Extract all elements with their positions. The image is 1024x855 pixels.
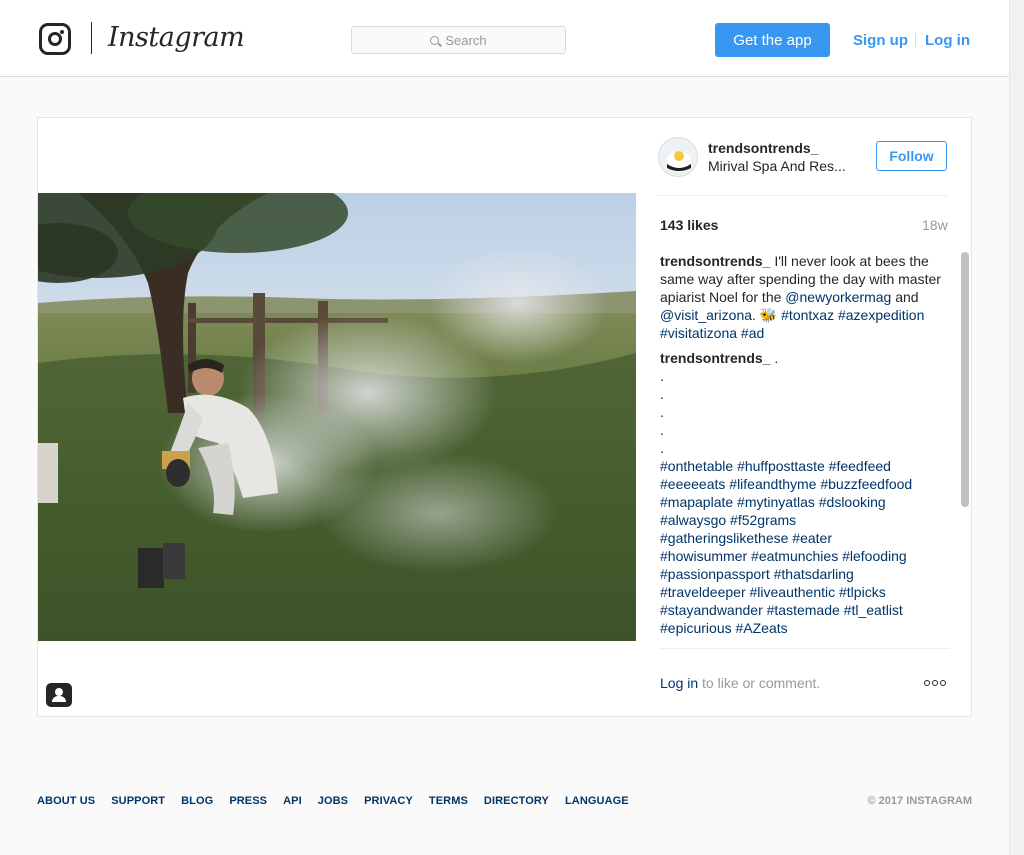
caption: trendsontrends_ I'll never look at bees … xyxy=(660,253,941,341)
comments-scroll-thumb[interactable] xyxy=(961,252,969,507)
log-in-link[interactable]: Log in xyxy=(925,32,970,49)
search-icon xyxy=(430,35,440,45)
bee-emoji: 🐝 xyxy=(759,307,778,323)
hashtag-line[interactable]: #onthetable #huffposttaste #feedfeed xyxy=(660,457,960,475)
footer-link-blog[interactable]: BLOG xyxy=(181,795,213,807)
login-prompt-link[interactable]: Log in xyxy=(660,675,698,691)
hashtag-line[interactable]: #gatheringslikethese #eater xyxy=(660,529,960,547)
avatar[interactable] xyxy=(658,137,698,177)
footer-link-press[interactable]: PRESS xyxy=(229,795,267,807)
avatar-image xyxy=(659,138,697,176)
hashtag-line[interactable]: #eeeeeats #lifeandthyme #buzzfeedfood xyxy=(660,475,960,493)
hashtag-line[interactable]: #passionpassport #thatsdarling xyxy=(660,565,960,583)
login-prompt-text: to like or comment. xyxy=(702,675,821,691)
footer-link-about[interactable]: ABOUT US xyxy=(37,795,95,807)
comments-scrollbar[interactable] xyxy=(960,252,969,646)
login-prompt: Log in to like or comment. xyxy=(660,675,820,691)
comments-divider xyxy=(660,648,950,649)
comment-dot: . xyxy=(660,386,664,402)
search-input[interactable]: Search xyxy=(351,26,566,54)
comment-username[interactable]: trendsontrends_ xyxy=(660,350,770,366)
follow-button[interactable]: Follow xyxy=(876,141,947,171)
search-placeholder: Search xyxy=(445,32,487,48)
footer-nav: ABOUT US SUPPORT BLOG PRESS API JOBS PRI… xyxy=(37,795,645,807)
more-options-icon[interactable] xyxy=(924,680,946,686)
post-card: trendsontrends_ Mirival Spa And Res... F… xyxy=(37,117,972,717)
post-age[interactable]: 18w xyxy=(922,217,948,233)
comments-list[interactable]: trendsontrends_ I'll never look at bees … xyxy=(660,252,960,647)
comment-dot: . xyxy=(660,404,664,420)
post-username[interactable]: trendsontrends_ xyxy=(708,140,818,156)
comment-first: . xyxy=(774,350,779,366)
hashtag-line[interactable]: #stayandwander #tastemade #tl_eatlist xyxy=(660,601,960,619)
comment-dot: . xyxy=(660,368,664,384)
top-nav: Instagram Search Get the app Sign up Log… xyxy=(0,0,1009,77)
footer-link-language[interactable]: LANGUAGE xyxy=(565,795,629,807)
tagged-users-icon[interactable] xyxy=(46,683,72,707)
footer-link-support[interactable]: SUPPORT xyxy=(111,795,165,807)
mention-visit-arizona[interactable]: @visit_arizona xyxy=(660,307,752,323)
instagram-camera-icon[interactable] xyxy=(39,23,71,55)
mention-newyorkermag[interactable]: @newyorkermag xyxy=(785,289,891,305)
copyright: © 2017 INSTAGRAM xyxy=(867,795,972,807)
get-the-app-button[interactable]: Get the app xyxy=(715,23,830,57)
auth-divider xyxy=(915,33,916,47)
footer-link-jobs[interactable]: JOBS xyxy=(318,795,348,807)
comment-dot: . xyxy=(660,440,664,456)
hashtag-line[interactable]: #alwaysgo #f52grams xyxy=(660,511,960,529)
page-scrollbar[interactable] xyxy=(1009,0,1024,855)
footer-link-privacy[interactable]: PRIVACY xyxy=(364,795,413,807)
hashtag-line[interactable]: #howisummer #eatmunchies #lefooding xyxy=(660,547,960,565)
post-photo[interactable] xyxy=(38,193,636,641)
sign-up-link[interactable]: Sign up xyxy=(853,32,908,49)
likes-count[interactable]: 143 likes xyxy=(660,217,718,233)
post-location[interactable]: Mirival Spa And Res... xyxy=(708,158,846,174)
hashtag-line[interactable]: #mapaplate #mytinyatlas #dslooking xyxy=(660,493,960,511)
comment: trendsontrends_ . . . . . . #onthetable … xyxy=(660,349,960,637)
caption-and: and xyxy=(895,289,919,305)
instagram-wordmark[interactable]: Instagram xyxy=(108,22,245,53)
caption-username[interactable]: trendsontrends_ xyxy=(660,253,770,269)
hashtag-line[interactable]: #traveldeeper #liveauthentic #tlpicks xyxy=(660,583,960,601)
footer-link-api[interactable]: API xyxy=(283,795,302,807)
beekeeper-photo xyxy=(38,193,636,641)
footer-link-directory[interactable]: DIRECTORY xyxy=(484,795,549,807)
hashtag-line[interactable]: #epicurious #AZeats xyxy=(660,619,960,637)
comment-dot: . xyxy=(660,422,664,438)
logo-divider xyxy=(91,22,92,54)
footer-link-terms[interactable]: TERMS xyxy=(429,795,468,807)
